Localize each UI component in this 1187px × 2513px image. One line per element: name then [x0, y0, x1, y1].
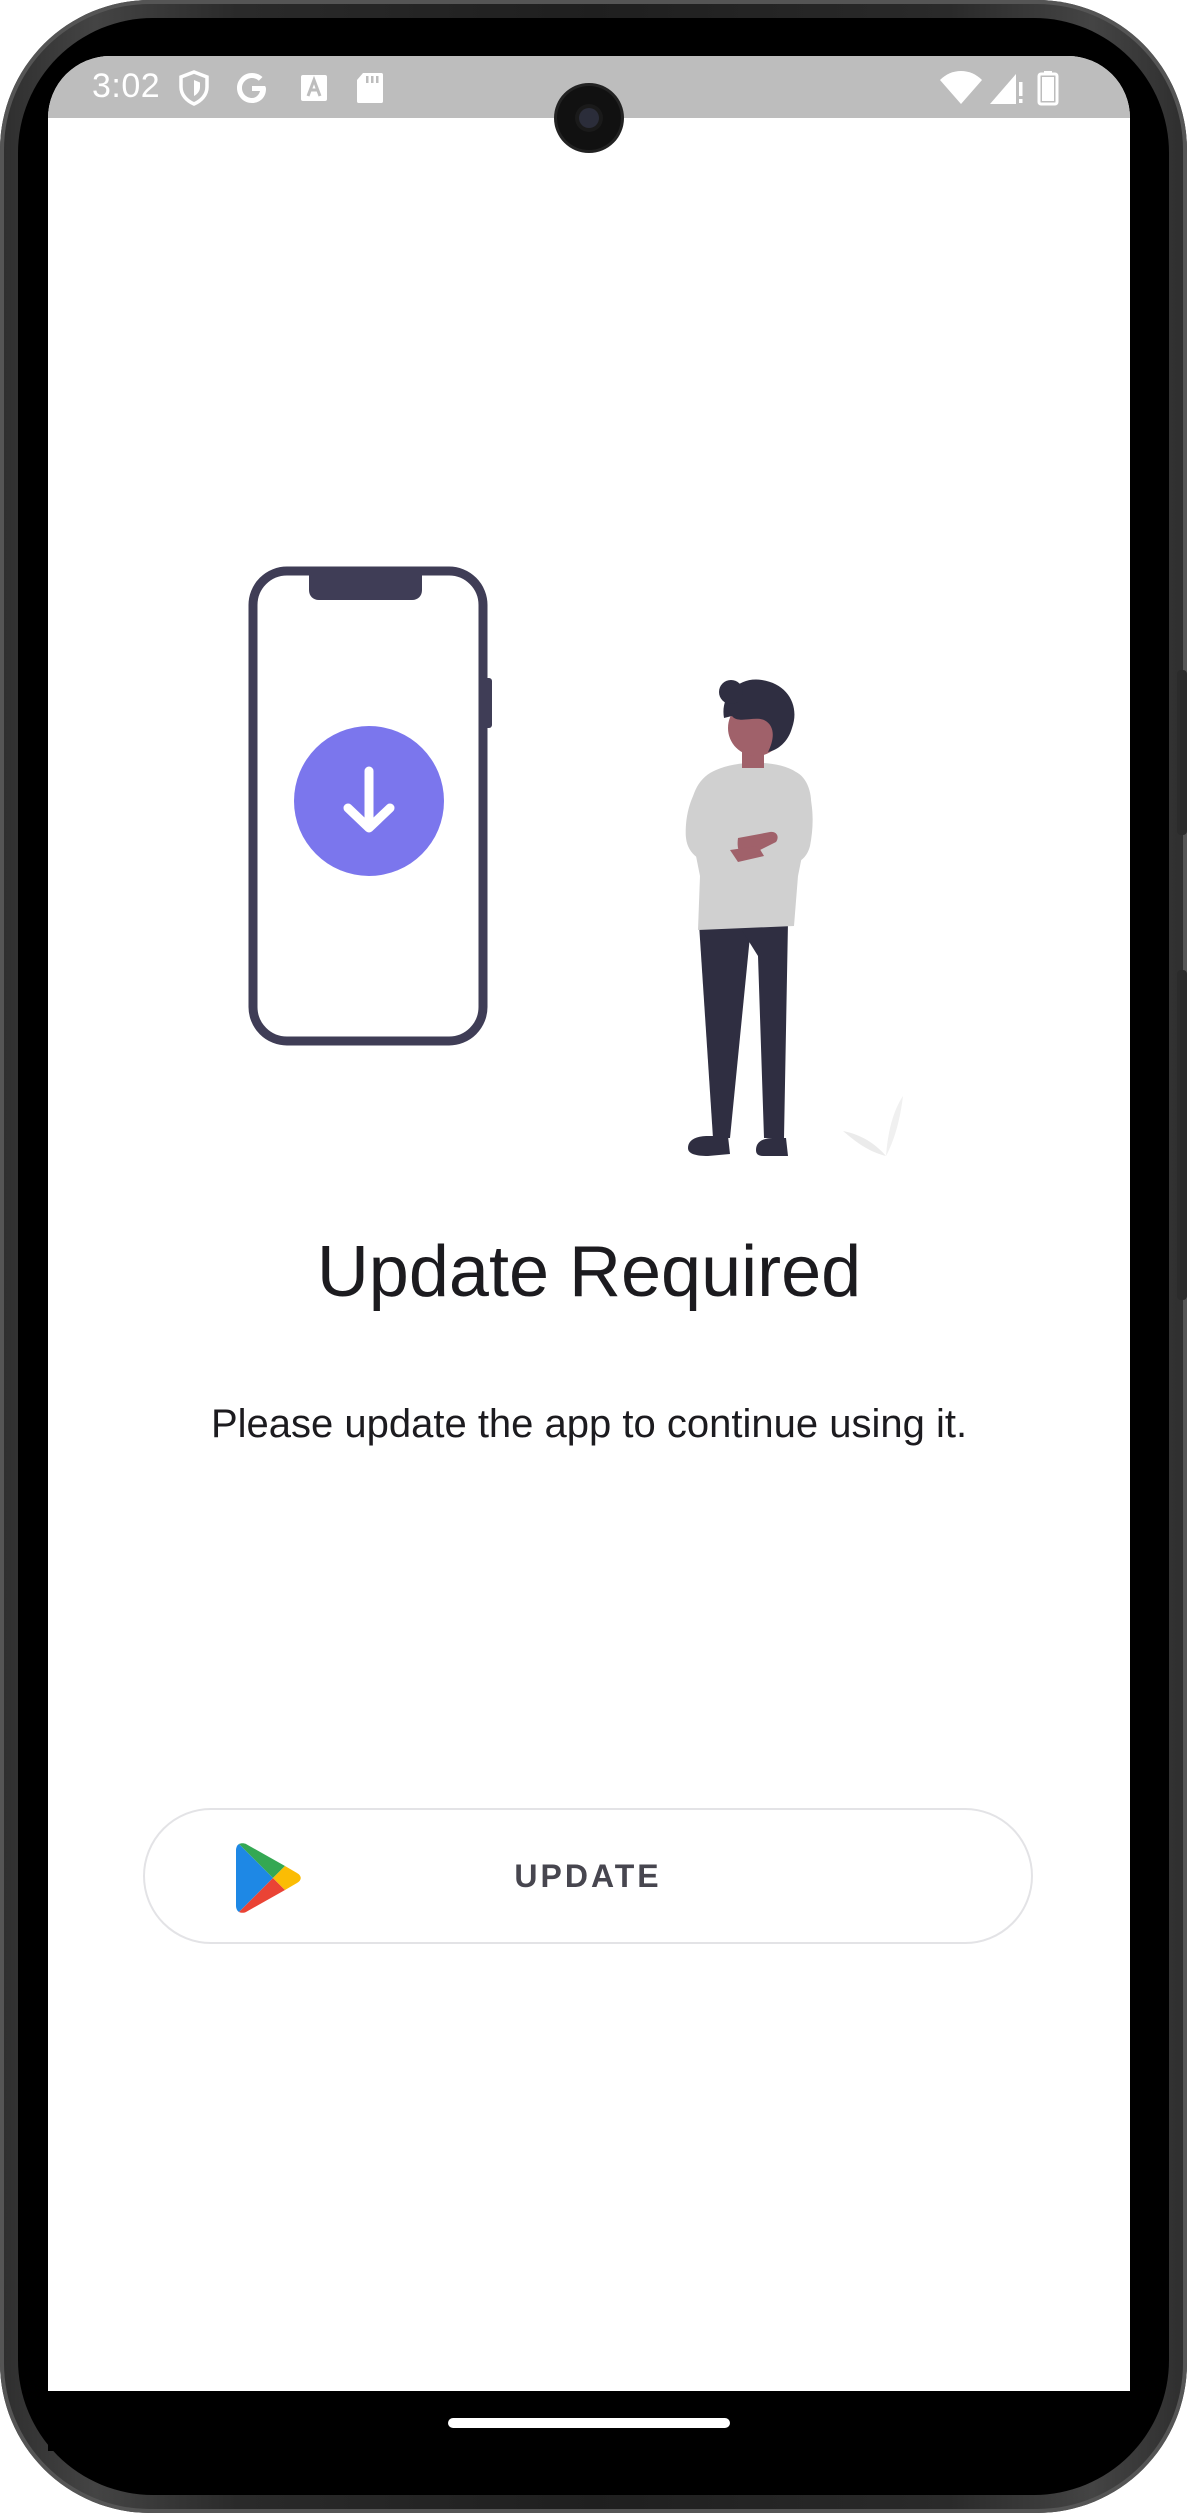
power-button: [1177, 970, 1187, 1300]
person-figure: [685, 679, 813, 1156]
update-message: Please update the app to continue using …: [210, 1402, 968, 1446]
download-arrow-icon: [294, 726, 444, 876]
update-button-label: UPDATE: [514, 1858, 662, 1894]
home-indicator[interactable]: [448, 2418, 730, 2428]
update-illustration: [248, 566, 903, 1156]
volume-button: [1177, 670, 1187, 835]
app-screen: 3:02 Update Required Please update the a…: [48, 56, 1130, 2391]
page-title: Update Required: [316, 1232, 862, 1312]
update-button[interactable]: UPDATE: [143, 1808, 1033, 1944]
